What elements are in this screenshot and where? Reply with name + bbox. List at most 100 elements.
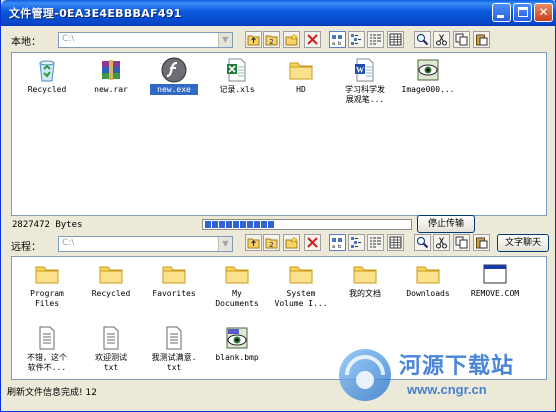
folder-icon <box>288 57 314 83</box>
file-name: blank.bmp <box>215 353 259 362</box>
title-bar[interactable]: 文件管理-0EA3E4EBBBAF491 ✕ <box>1 0 556 26</box>
remote-small-icons-view-button[interactable] <box>348 234 365 251</box>
folder-icon <box>161 261 187 287</box>
file-item[interactable]: 我的文档 <box>332 261 398 311</box>
remote-new-folder-button[interactable] <box>283 234 300 251</box>
local-find-button[interactable] <box>414 31 431 48</box>
file-item[interactable]: Favorites <box>141 261 207 311</box>
progress-segment <box>212 221 218 228</box>
remote-paste-button[interactable] <box>473 234 490 251</box>
remote-delete-button[interactable] <box>304 234 321 251</box>
folder-icon <box>34 261 60 287</box>
file-item[interactable]: blank.bmp <box>204 325 270 375</box>
local-path-combo[interactable]: C:\ ▼ <box>58 32 233 48</box>
local-delete-button[interactable] <box>304 31 321 48</box>
file-name: Image000... <box>401 85 455 94</box>
file-name: REMOVE.COM <box>470 289 520 298</box>
file-item[interactable]: Program Files <box>14 261 80 311</box>
chevron-down-icon[interactable]: ▼ <box>218 33 232 47</box>
folder-icon <box>288 261 314 287</box>
remote-list-view-button[interactable] <box>367 234 384 251</box>
file-name: 我测试满意. txt <box>151 353 197 372</box>
file-name: 学习科学发 展观笔... <box>345 85 385 104</box>
minimize-icon <box>497 15 504 18</box>
local-list-view-button[interactable] <box>367 31 384 48</box>
text-chat-button[interactable]: 文字聊天 <box>497 234 549 252</box>
chevron-down-icon[interactable]: ▼ <box>218 237 232 251</box>
file-name: System Volume I... <box>274 289 328 308</box>
file-item[interactable]: Downloads <box>395 261 461 311</box>
file-item[interactable]: W 学习科学发 展观笔... <box>332 57 398 107</box>
file-item[interactable]: 我测试满意. txt <box>141 325 207 375</box>
file-name: 不错，这个 软件不... <box>27 353 67 372</box>
local-copy-button[interactable] <box>453 31 470 48</box>
file-item[interactable]: HD <box>268 57 334 107</box>
file-name: My Documents <box>215 289 259 308</box>
text-file-icon <box>161 325 187 351</box>
maximize-icon <box>518 7 528 17</box>
file-item[interactable]: 欢迎测试 txt <box>78 325 144 375</box>
local-cut-button[interactable] <box>433 31 450 48</box>
status-text: 刷新文件信息完成! 12 <box>7 388 97 398</box>
remote-path-combo[interactable]: C:\ ▼ <box>58 236 233 252</box>
folder-icon <box>224 261 250 287</box>
file-item[interactable]: 不错，这个 软件不... <box>14 325 80 375</box>
file-item[interactable]: REMOVE.COM <box>462 261 528 311</box>
progress-segment <box>219 221 225 228</box>
progress-segment <box>240 221 246 228</box>
svg-text:a: a <box>332 41 335 46</box>
local-new-folder-button[interactable] <box>283 31 300 48</box>
local-paste-button[interactable] <box>473 31 490 48</box>
progress-segment <box>261 221 267 228</box>
text-file-icon <box>98 325 124 351</box>
file-item[interactable]: new.exe <box>141 57 207 107</box>
svg-text:b: b <box>338 244 341 249</box>
file-manager-window: 文件管理-0EA3E4EBBBAF491 ✕ 本地： C:\ ▼ 2ab Rec… <box>0 0 556 412</box>
remote-path-value: C:\ <box>62 238 75 248</box>
word-file-icon: W <box>352 57 378 83</box>
file-item[interactable]: Recycled <box>14 57 80 107</box>
local-small-icons-view-button[interactable] <box>348 31 365 48</box>
local-details-view-button[interactable] <box>387 31 404 48</box>
watermark-title: 河源下载站 <box>399 354 515 379</box>
stop-transfer-button[interactable]: 停止传输 <box>417 215 475 233</box>
minimize-button[interactable] <box>492 3 511 22</box>
progress-segment <box>226 221 232 228</box>
remote-copy-button[interactable] <box>453 234 470 251</box>
recycle-bin-icon <box>34 57 60 83</box>
file-item[interactable]: Image000... <box>395 57 461 107</box>
local-file-panel[interactable]: Recycled new.rar new.exe 记录.xls HD W 学习科学发 展观笔… <box>11 52 547 216</box>
close-icon: ✕ <box>538 5 549 19</box>
local-large-icons-view-button[interactable]: ab <box>329 31 346 48</box>
progress-segment <box>233 221 239 228</box>
svg-text:a: a <box>332 244 335 249</box>
local-refresh-folder-button[interactable]: 2 <box>263 31 280 48</box>
local-path-value: C:\ <box>62 34 75 44</box>
file-item[interactable]: My Documents <box>204 261 270 311</box>
remote-details-view-button[interactable] <box>387 234 404 251</box>
remote-large-icons-view-button[interactable]: ab <box>329 234 346 251</box>
file-name: Recycled <box>27 85 67 94</box>
file-item[interactable]: System Volume I... <box>268 261 334 311</box>
svg-text:b: b <box>338 41 341 46</box>
window-title: 文件管理-0EA3E4EBBBAF491 <box>9 7 182 20</box>
excel-file-icon <box>224 57 250 83</box>
bmp-image-icon <box>224 325 250 351</box>
file-name: 我的文档 <box>349 289 381 298</box>
file-item[interactable]: Recycled <box>78 261 144 311</box>
remote-cut-button[interactable] <box>433 234 450 251</box>
file-item[interactable]: new.rar <box>78 57 144 107</box>
local-up-folder-button[interactable] <box>245 31 262 48</box>
close-button[interactable]: ✕ <box>534 3 553 22</box>
remote-refresh-folder-button[interactable]: 2 <box>263 234 280 251</box>
maximize-button[interactable] <box>513 3 532 22</box>
file-item[interactable]: 记录.xls <box>204 57 270 107</box>
remote-find-button[interactable] <box>414 234 431 251</box>
progress-segment <box>268 221 274 228</box>
folder-icon <box>98 261 124 287</box>
remote-up-folder-button[interactable] <box>245 234 262 251</box>
file-name: Program Files <box>30 289 64 308</box>
rar-archive-icon <box>98 57 124 83</box>
text-file-icon <box>34 325 60 351</box>
image-viewer-icon <box>415 57 441 83</box>
